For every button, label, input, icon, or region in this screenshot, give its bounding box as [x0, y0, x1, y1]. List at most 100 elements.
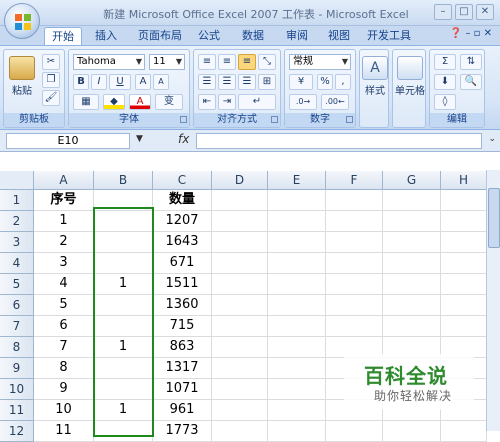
- cell-f6[interactable]: [326, 295, 383, 316]
- cell-d5[interactable]: [212, 274, 268, 295]
- dialog-launcher-icon[interactable]: [346, 116, 353, 123]
- cell-a3[interactable]: 2: [34, 232, 94, 253]
- row-header[interactable]: 7: [0, 316, 34, 337]
- shrink-font-button[interactable]: A: [153, 74, 169, 90]
- cell-g2[interactable]: [383, 211, 441, 232]
- cell-f5[interactable]: [326, 274, 383, 295]
- cell-b1[interactable]: [94, 190, 153, 211]
- cell-h5[interactable]: [441, 274, 487, 295]
- cell-g12[interactable]: [383, 421, 441, 442]
- cell-g6[interactable]: [383, 295, 441, 316]
- tab-data[interactable]: 数据: [236, 27, 270, 45]
- wrap-text-icon[interactable]: ↵: [238, 94, 276, 110]
- cell-c11[interactable]: 961: [153, 400, 212, 421]
- cell-f7[interactable]: [326, 316, 383, 337]
- cell-b11[interactable]: 1: [94, 400, 153, 421]
- cell-b2[interactable]: [94, 211, 153, 232]
- cell-c7[interactable]: 715: [153, 316, 212, 337]
- cell-g5[interactable]: [383, 274, 441, 295]
- name-box-dropdown-icon[interactable]: ▼: [136, 134, 143, 144]
- tab-home[interactable]: 开始: [44, 27, 82, 45]
- column-header-h[interactable]: H: [441, 171, 487, 190]
- cell-a8[interactable]: 7: [34, 337, 94, 358]
- cell-g7[interactable]: [383, 316, 441, 337]
- row-header[interactable]: 6: [0, 295, 34, 316]
- grow-font-button[interactable]: A: [135, 74, 151, 90]
- cells-button[interactable]: 单元格: [394, 56, 426, 97]
- cell-f2[interactable]: [326, 211, 383, 232]
- copy-icon[interactable]: ❐: [42, 72, 60, 88]
- find-icon[interactable]: 🔍: [460, 74, 482, 90]
- cell-c8[interactable]: 863: [153, 337, 212, 358]
- cell-f4[interactable]: [326, 253, 383, 274]
- comma-button[interactable]: ,: [335, 74, 351, 90]
- cell-d11[interactable]: [212, 400, 268, 421]
- decrease-indent-icon[interactable]: ⇤: [198, 94, 216, 110]
- cell-c2[interactable]: 1207: [153, 211, 212, 232]
- row-header[interactable]: 10: [0, 379, 34, 400]
- cell-b6[interactable]: [94, 295, 153, 316]
- cell-e3[interactable]: [268, 232, 326, 253]
- cell-b12[interactable]: [94, 421, 153, 442]
- row-header[interactable]: 4: [0, 253, 34, 274]
- name-box[interactable]: E10: [6, 133, 130, 149]
- cell-d6[interactable]: [212, 295, 268, 316]
- align-middle-icon[interactable]: ≡: [218, 54, 236, 70]
- cell-c12[interactable]: 1773: [153, 421, 212, 442]
- cell-h6[interactable]: [441, 295, 487, 316]
- cell-d12[interactable]: [212, 421, 268, 442]
- row-header[interactable]: 9: [0, 358, 34, 379]
- cell-d9[interactable]: [212, 358, 268, 379]
- orientation-icon[interactable]: ⤡: [258, 54, 276, 70]
- cell-a5[interactable]: 4: [34, 274, 94, 295]
- borders-icon[interactable]: ▦: [73, 94, 99, 110]
- align-top-icon[interactable]: ≡: [198, 54, 216, 70]
- row-header[interactable]: 1: [0, 190, 34, 211]
- cell-e7[interactable]: [268, 316, 326, 337]
- row-header[interactable]: 8: [0, 337, 34, 358]
- cell-b5[interactable]: 1: [94, 274, 153, 295]
- row-header[interactable]: 3: [0, 232, 34, 253]
- cell-h1[interactable]: [441, 190, 487, 211]
- cell-e11[interactable]: [268, 400, 326, 421]
- cell-d2[interactable]: [212, 211, 268, 232]
- minimize-button[interactable]: –: [434, 4, 452, 20]
- cell-a6[interactable]: 5: [34, 295, 94, 316]
- dialog-launcher-icon[interactable]: [271, 116, 278, 123]
- underline-button[interactable]: U: [109, 74, 131, 90]
- autosum-icon[interactable]: Σ: [434, 54, 456, 70]
- cell-d4[interactable]: [212, 253, 268, 274]
- office-button[interactable]: [4, 3, 40, 39]
- cell-b7[interactable]: [94, 316, 153, 337]
- cell-g1[interactable]: [383, 190, 441, 211]
- close-button[interactable]: ✕: [476, 4, 494, 20]
- column-header-g[interactable]: G: [383, 171, 441, 190]
- cell-c6[interactable]: 1360: [153, 295, 212, 316]
- cell-c1[interactable]: 数量: [153, 190, 212, 211]
- column-header-b[interactable]: B: [94, 171, 153, 190]
- row-header[interactable]: 11: [0, 400, 34, 421]
- cell-h12[interactable]: [441, 421, 487, 442]
- sort-filter-icon[interactable]: ⇅: [460, 54, 482, 70]
- cell-d1[interactable]: [212, 190, 268, 211]
- tab-formulas[interactable]: 公式: [192, 27, 226, 45]
- cell-e4[interactable]: [268, 253, 326, 274]
- cell-e6[interactable]: [268, 295, 326, 316]
- cell-d10[interactable]: [212, 379, 268, 400]
- cell-c9[interactable]: 1317: [153, 358, 212, 379]
- cell-d7[interactable]: [212, 316, 268, 337]
- cell-a10[interactable]: 9: [34, 379, 94, 400]
- cell-e10[interactable]: [268, 379, 326, 400]
- cell-f3[interactable]: [326, 232, 383, 253]
- column-header-f[interactable]: F: [326, 171, 383, 190]
- cell-c10[interactable]: 1071: [153, 379, 212, 400]
- cell-h7[interactable]: [441, 316, 487, 337]
- cell-c5[interactable]: 1511: [153, 274, 212, 295]
- cell-e12[interactable]: [268, 421, 326, 442]
- format-painter-icon[interactable]: 🖌: [42, 90, 60, 106]
- font-size-select[interactable]: 11 ▼: [149, 54, 185, 70]
- formula-input[interactable]: [196, 133, 482, 149]
- column-header-a[interactable]: A: [34, 171, 94, 190]
- align-right-icon[interactable]: ☰: [238, 74, 256, 90]
- row-header[interactable]: 5: [0, 274, 34, 295]
